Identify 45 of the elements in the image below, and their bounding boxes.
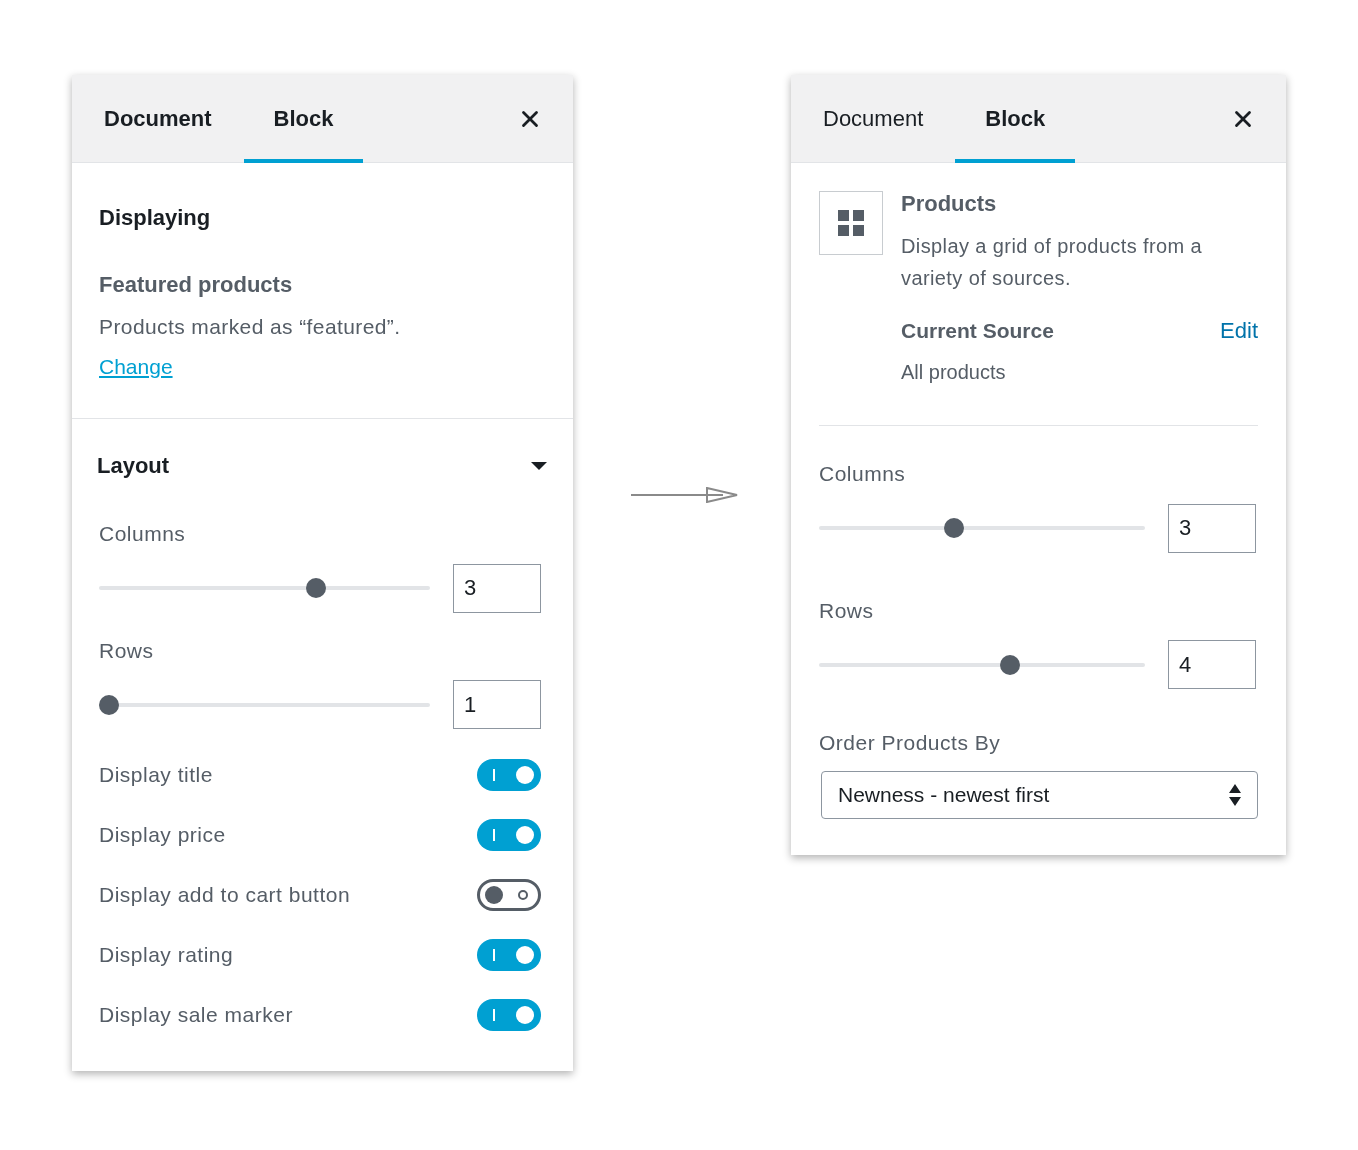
arrow-icon bbox=[631, 487, 739, 503]
toggle-label: Display price bbox=[99, 822, 226, 849]
source-description: Products marked as “featured”. bbox=[99, 314, 402, 340]
select-field[interactable]: Newness - newest first bbox=[821, 770, 1258, 819]
toggle-switch[interactable] bbox=[477, 819, 541, 851]
tab[interactable]: Document bbox=[793, 75, 954, 162]
slider-thumb[interactable] bbox=[999, 654, 1020, 675]
tab[interactable]: Block bbox=[243, 75, 364, 162]
source-label: Current Source bbox=[901, 317, 1054, 344]
toggle-label: Display title bbox=[99, 762, 213, 789]
panel-header[interactable]: Layout bbox=[97, 449, 548, 482]
number-field[interactable]: 3 bbox=[453, 563, 541, 613]
caret-icon bbox=[530, 460, 548, 471]
number-field[interactable]: 1 bbox=[453, 680, 541, 729]
range-slider[interactable] bbox=[99, 578, 430, 598]
section-heading: Displaying bbox=[99, 204, 212, 232]
source-title: Featured products bbox=[99, 271, 294, 299]
slider-label: Rows bbox=[819, 597, 875, 624]
toggle-label: Display rating bbox=[99, 942, 234, 969]
block-title: Products bbox=[901, 190, 998, 218]
range-slider[interactable] bbox=[99, 694, 430, 715]
sort-arrows-icon bbox=[1229, 783, 1241, 806]
range-slider[interactable] bbox=[819, 518, 1145, 538]
slider-label: Columns bbox=[819, 461, 907, 487]
tab[interactable]: Document bbox=[74, 75, 242, 162]
toggle-switch[interactable] bbox=[477, 999, 541, 1031]
block-description: Display a grid of products from a variety of sources. bbox=[901, 234, 1204, 291]
edit-link[interactable]: Edit bbox=[1220, 314, 1258, 347]
toggle-switch[interactable] bbox=[477, 759, 541, 791]
toggle-label: Display sale marker bbox=[99, 1002, 293, 1029]
toggle-switch[interactable] bbox=[477, 879, 541, 911]
range-slider[interactable] bbox=[819, 654, 1145, 675]
grid-icon bbox=[838, 210, 864, 236]
slider-thumb[interactable] bbox=[99, 694, 119, 715]
slider-label: Rows bbox=[99, 637, 155, 664]
tab[interactable]: Block bbox=[955, 75, 1076, 162]
number-field[interactable]: 3 bbox=[1168, 503, 1256, 553]
slider-label: Columns bbox=[99, 521, 187, 547]
select-label: Order Products By bbox=[819, 730, 1002, 756]
number-field[interactable]: 4 bbox=[1168, 640, 1256, 689]
toggle-label: Display add to cart button bbox=[99, 882, 351, 909]
source-value: All products bbox=[901, 360, 1007, 385]
toggle-switch[interactable] bbox=[477, 939, 541, 971]
slider-thumb[interactable] bbox=[944, 518, 965, 538]
slider-thumb[interactable] bbox=[306, 578, 327, 598]
